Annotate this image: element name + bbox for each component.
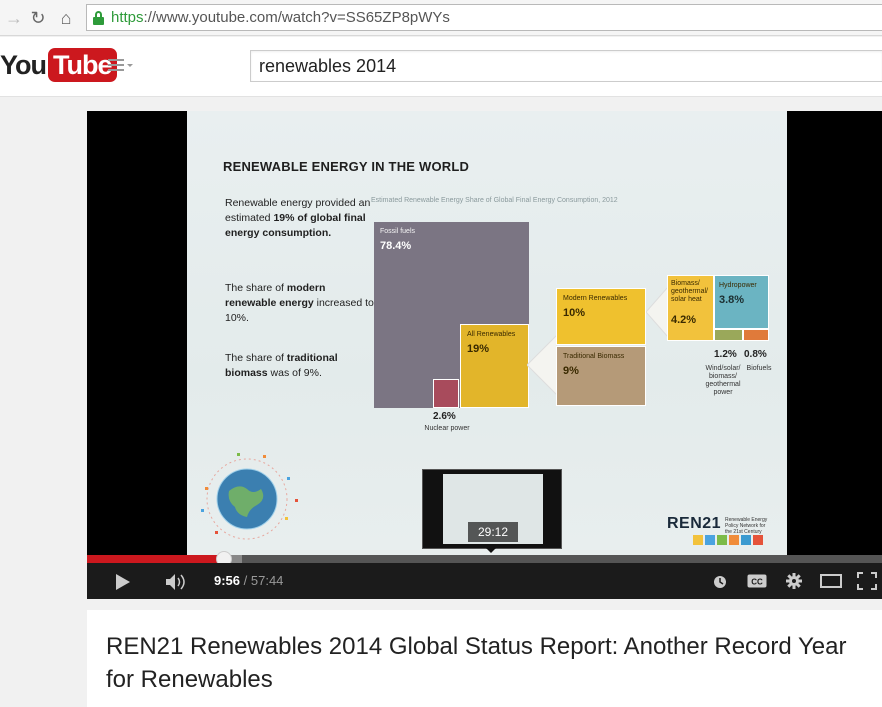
hydropower-box: Hydropower 3.8% bbox=[714, 275, 769, 329]
volume-icon[interactable] bbox=[165, 573, 189, 591]
reload-icon[interactable]: ↻ bbox=[28, 8, 48, 28]
player-controls: 9:56 / 57:44 CC bbox=[87, 563, 882, 599]
scrub-preview: 29:12 bbox=[422, 469, 562, 549]
video-info: REN21 Renewables 2014 Global Status Repo… bbox=[87, 610, 882, 707]
nuclear-label: Nuclear power bbox=[424, 425, 470, 432]
url-text: https://www.youtube.com/watch?v=SS65ZP8p… bbox=[111, 9, 450, 26]
search-box[interactable] bbox=[250, 50, 882, 82]
connector-arrow-2 bbox=[646, 287, 668, 337]
progress-played bbox=[87, 555, 224, 563]
lock-icon bbox=[93, 11, 104, 25]
captions-icon[interactable]: CC bbox=[747, 574, 767, 588]
slide-caption: Estimated Renewable Energy Share of Glob… bbox=[371, 197, 618, 204]
preview-time: 29:12 bbox=[468, 522, 518, 542]
slide-text-1: Renewable energy provided an estimated 1… bbox=[225, 197, 371, 239]
nuclear-pct: 2.6% bbox=[433, 411, 456, 422]
biomass-heat-box: Biomass/ geothermal/ solar heat 4.2% bbox=[667, 275, 714, 341]
settings-gear-icon[interactable] bbox=[785, 572, 803, 590]
biofuels-pct: 0.8% bbox=[744, 349, 767, 360]
all-renewables-box: All Renewables 19% bbox=[460, 324, 529, 408]
search-input[interactable] bbox=[251, 51, 882, 81]
preview-pointer bbox=[486, 548, 496, 553]
wind-pct: 1.2% bbox=[714, 349, 737, 360]
guide-menu-icon[interactable] bbox=[108, 59, 133, 75]
biofuels-box bbox=[743, 329, 769, 341]
traditional-biomass-box: Traditional Biomass 9% bbox=[556, 346, 646, 406]
theater-mode-icon[interactable] bbox=[820, 574, 842, 588]
time-display: 9:56 / 57:44 bbox=[214, 573, 284, 588]
browser-toolbar: → ↻ ⌂ https://www.youtube.com/watch?v=SS… bbox=[0, 0, 882, 36]
slide-text-3: The share of traditional biomass was of … bbox=[225, 352, 338, 379]
svg-text:CC: CC bbox=[751, 578, 763, 587]
video-player[interactable]: RENEWABLE ENERGY IN THE WORLD Estimated … bbox=[87, 111, 882, 599]
home-icon[interactable]: ⌂ bbox=[56, 8, 76, 28]
modern-renewables-box: Modern Renewables 10% bbox=[556, 288, 646, 345]
nuclear-box bbox=[433, 379, 459, 408]
ren21-logo: REN21 Renewable Energy Policy Network fo… bbox=[667, 515, 767, 545]
play-icon[interactable] bbox=[114, 573, 132, 591]
slide-text-2: The share of modern renewable energy inc… bbox=[225, 282, 374, 324]
address-bar[interactable]: https://www.youtube.com/watch?v=SS65ZP8p… bbox=[86, 4, 882, 31]
connector-arrow bbox=[527, 335, 557, 395]
youtube-logo[interactable]: You Tube bbox=[0, 48, 117, 82]
wind-label: Wind/solar/ biomass/ geothermal power bbox=[705, 365, 741, 396]
wind-solar-box bbox=[714, 329, 743, 341]
video-title: REN21 Renewables 2014 Global Status Repo… bbox=[106, 633, 847, 693]
progress-bar[interactable] bbox=[87, 551, 882, 567]
fullscreen-icon[interactable] bbox=[857, 572, 877, 590]
forward-icon[interactable]: → bbox=[4, 8, 24, 28]
globe-icon bbox=[201, 453, 298, 540]
slide-title: RENEWABLE ENERGY IN THE WORLD bbox=[223, 159, 470, 174]
watch-later-icon[interactable] bbox=[712, 574, 728, 590]
youtube-header: You Tube bbox=[0, 37, 882, 97]
biofuels-label: Biofuels bbox=[746, 365, 772, 372]
